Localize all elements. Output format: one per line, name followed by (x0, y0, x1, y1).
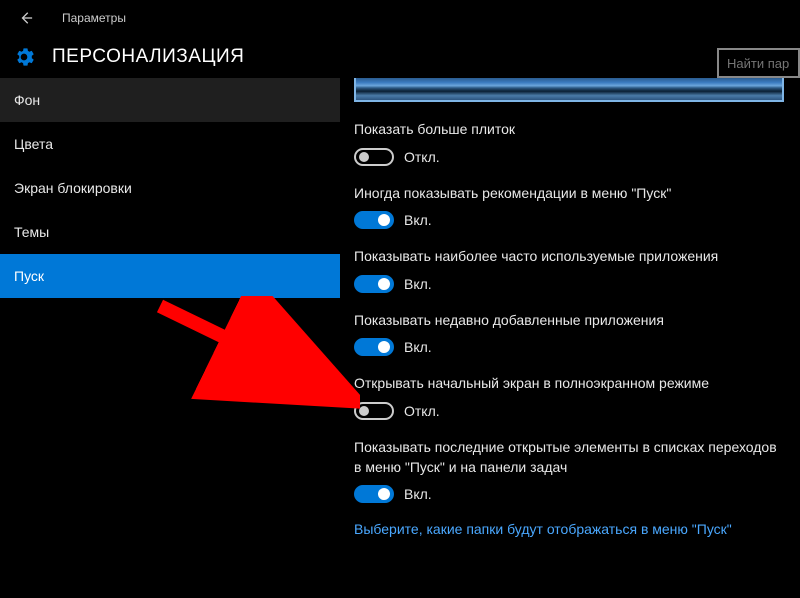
setting-jumplists: Показывать последние открытые элементы в… (354, 438, 800, 503)
toggle-more-tiles[interactable] (354, 148, 394, 166)
setting-label: Показывать наиболее часто используемые п… (354, 247, 784, 267)
sidebar-item-themes[interactable]: Темы (0, 210, 340, 254)
toggle-row: Вкл. (354, 338, 800, 356)
sidebar-item-label: Цвета (14, 136, 53, 152)
sidebar-item-colors[interactable]: Цвета (0, 122, 340, 166)
sidebar-item-background[interactable]: Фон (0, 78, 340, 122)
back-button[interactable] (14, 6, 38, 30)
setting-most-used: Показывать наиболее часто используемые п… (354, 247, 800, 293)
header-top: Параметры (0, 0, 800, 36)
main-panel: Показать больше плиток Откл. Иногда пока… (340, 78, 800, 598)
header-title-row: ПЕРСОНАЛИЗАЦИЯ (0, 36, 800, 78)
toggle-row: Вкл. (354, 211, 800, 229)
sidebar-item-label: Фон (14, 92, 40, 108)
setting-label: Открывать начальный экран в полноэкранно… (354, 374, 784, 394)
content: Фон Цвета Экран блокировки Темы Пуск Пок… (0, 78, 800, 598)
sidebar-item-label: Темы (14, 224, 49, 240)
setting-label: Показывать недавно добавленные приложени… (354, 311, 784, 331)
toggle-suggestions[interactable] (354, 211, 394, 229)
start-preview-image (354, 78, 784, 102)
setting-label: Показывать последние открытые элементы в… (354, 438, 784, 477)
page-title: ПЕРСОНАЛИЗАЦИЯ (52, 46, 244, 68)
sidebar-item-start[interactable]: Пуск (0, 254, 340, 298)
toggle-state: Вкл. (404, 486, 432, 502)
search-input[interactable] (717, 48, 800, 78)
toggle-row: Откл. (354, 402, 800, 420)
gear-icon (14, 47, 34, 67)
sidebar-item-lockscreen[interactable]: Экран блокировки (0, 166, 340, 210)
toggle-recently-added[interactable] (354, 338, 394, 356)
arrow-left-icon (19, 11, 33, 25)
toggle-most-used[interactable] (354, 275, 394, 293)
sidebar: Фон Цвета Экран блокировки Темы Пуск (0, 78, 340, 598)
toggle-row: Вкл. (354, 275, 800, 293)
toggle-state: Вкл. (404, 339, 432, 355)
toggle-state: Вкл. (404, 212, 432, 228)
toggle-row: Вкл. (354, 485, 800, 503)
choose-folders-link[interactable]: Выберите, какие папки будут отображаться… (354, 521, 800, 537)
setting-label: Показать больше плиток (354, 120, 784, 140)
sidebar-item-label: Пуск (14, 268, 44, 284)
setting-fullscreen-start: Открывать начальный экран в полноэкранно… (354, 374, 800, 420)
setting-more-tiles: Показать больше плиток Откл. (354, 120, 800, 166)
toggle-state: Откл. (404, 149, 440, 165)
header: Параметры ПЕРСОНАЛИЗАЦИЯ (0, 0, 800, 78)
toggle-state: Откл. (404, 403, 440, 419)
toggle-row: Откл. (354, 148, 800, 166)
setting-recently-added: Показывать недавно добавленные приложени… (354, 311, 800, 357)
setting-label: Иногда показывать рекомендации в меню "П… (354, 184, 784, 204)
toggle-state: Вкл. (404, 276, 432, 292)
sidebar-item-label: Экран блокировки (14, 180, 132, 196)
setting-suggestions: Иногда показывать рекомендации в меню "П… (354, 184, 800, 230)
breadcrumb: Параметры (62, 11, 126, 25)
toggle-jumplists[interactable] (354, 485, 394, 503)
toggle-fullscreen-start[interactable] (354, 402, 394, 420)
